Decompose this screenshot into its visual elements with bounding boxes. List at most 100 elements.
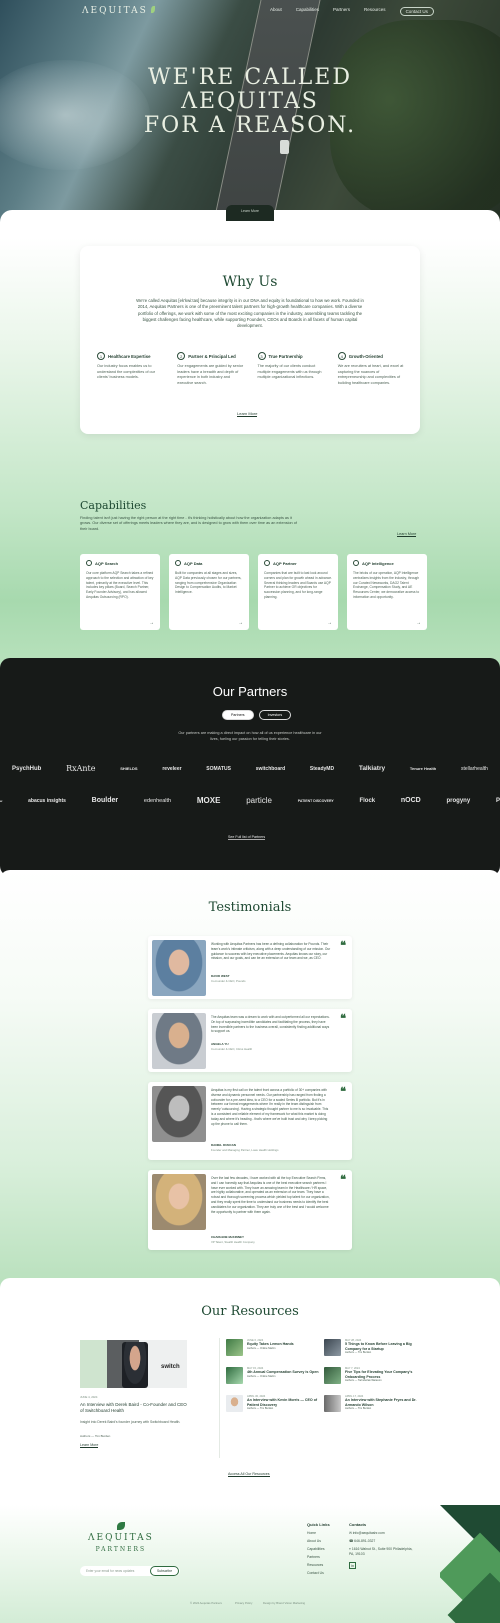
pillar: 1 Healthcare Expertise Our industry focus… bbox=[97, 352, 166, 386]
tab-partners[interactable]: Partners bbox=[222, 710, 254, 720]
featured-title[interactable]: An Interview with Derek Baird - Co-Found… bbox=[80, 1402, 187, 1414]
resource-item[interactable]: MAY 28, 2024 5 Things to Know Before Leav… bbox=[324, 1339, 420, 1356]
partner-logo: abacus insights bbox=[28, 797, 66, 804]
partner-logo: PsychHub bbox=[12, 765, 42, 772]
capability-card[interactable]: AQP Partner Companies that are built to … bbox=[258, 554, 338, 630]
partner-logo: SteadyMD bbox=[309, 765, 335, 772]
pillar: 3 True Partnership The majority of our cl… bbox=[257, 352, 327, 386]
all-resources-button[interactable]: Access All Our Resources bbox=[228, 1472, 270, 1477]
testimonial-text: Over the last few decades, I have worked… bbox=[211, 1176, 330, 1214]
resource-thumbnail bbox=[324, 1395, 341, 1412]
hero-learn-more-label: Learn More bbox=[241, 209, 259, 213]
resource-item[interactable]: APRIL 17, 2024 An Interview with Stephani… bbox=[324, 1395, 420, 1412]
pillar-desc: The majority of our clients conduct mult… bbox=[257, 364, 322, 379]
footer-link-home[interactable]: Home bbox=[307, 1529, 330, 1537]
footer-decoration bbox=[440, 1505, 500, 1623]
resource-item[interactable]: MAY 15, 2024 4th Annual Compensation Surv… bbox=[226, 1367, 322, 1384]
testimonial-card: ❝ Working with Aequitas Partners has bee… bbox=[148, 936, 352, 999]
footer-link-contact[interactable]: Contact Us bbox=[307, 1569, 330, 1577]
pillar-number: 1 bbox=[97, 352, 105, 360]
pillar-desc: Our industry focus enables us to underst… bbox=[97, 364, 156, 379]
featured-author: Authors — Tim Burden bbox=[80, 1434, 111, 1438]
address-link[interactable]: ⌖ 1616 Walnut St., Suite 900 Philadelphi… bbox=[349, 1547, 413, 1556]
email-link[interactable]: ✉ info@aequitashr.com bbox=[349, 1529, 413, 1537]
nav-capabilities[interactable]: Capabilities bbox=[296, 7, 319, 16]
quote-icon: ❝ bbox=[340, 1013, 346, 1025]
pillar-title: True Partnership bbox=[268, 353, 303, 359]
partner-logo: nOCD bbox=[400, 797, 421, 804]
phone-text: 646-891-0327 bbox=[354, 1539, 376, 1543]
footer-logo-line: PARTNERS bbox=[95, 1546, 147, 1553]
partners-list-button[interactable]: See Full list of Partners bbox=[228, 835, 266, 840]
partner-logo: RxAnte bbox=[66, 764, 96, 773]
featured-learn-more[interactable]: Learn More bbox=[80, 1443, 99, 1448]
pillar: 2 Partner & Principal Led Our engagements… bbox=[177, 352, 246, 386]
partner-logo: SOMATUS bbox=[206, 765, 231, 772]
arrow-right-icon[interactable]: → bbox=[149, 620, 154, 626]
resource-author: Authors — Online Martin bbox=[247, 1346, 276, 1350]
phone-link[interactable]: ☎ 646-891-0327 bbox=[349, 1537, 413, 1545]
nav-resources[interactable]: Resources bbox=[364, 7, 386, 16]
capability-card[interactable]: AQP Intelligence The bricks of our opera… bbox=[347, 554, 427, 630]
featured-desc: Insight into Derek Baird's founder journ… bbox=[80, 1420, 181, 1424]
footer-link-capabilities[interactable]: Capabilities bbox=[307, 1545, 330, 1553]
capabilities-title: Capabilities bbox=[80, 499, 147, 512]
pillar-desc: We are recruiters at heart, and excel at… bbox=[337, 364, 404, 385]
footer-link-partners[interactable]: Partners bbox=[307, 1553, 330, 1561]
footer-logo-line: ΛEQUITAS bbox=[88, 1533, 154, 1543]
capabilities-text: Finding talent isn't just having the rig… bbox=[80, 516, 297, 531]
contacts: Contacts ✉ info@aequitashr.com ☎ 646-891… bbox=[349, 1521, 413, 1569]
resource-title: An Interview with Stephanie Fryes and Dr… bbox=[345, 1398, 417, 1407]
linkedin-icon[interactable]: in bbox=[349, 1562, 356, 1569]
arrow-right-icon[interactable]: → bbox=[327, 620, 332, 626]
footer-logo[interactable]: ΛEQUITAS PARTNERS bbox=[88, 1522, 154, 1555]
divider bbox=[219, 1338, 220, 1458]
resource-item[interactable]: MAY 7, 2024 Five Tips for Elevating Your … bbox=[324, 1367, 420, 1384]
footer-link-resources[interactable]: Resources bbox=[307, 1561, 330, 1569]
nav-partners[interactable]: Partners bbox=[333, 7, 350, 16]
resource-author: Authors — Tim Burden bbox=[345, 1407, 372, 1411]
leaf-icon bbox=[150, 6, 155, 13]
partner-logo: SHIELDS bbox=[120, 766, 138, 771]
nav-about[interactable]: About bbox=[270, 7, 282, 16]
testimonial-role: Co-founder & CEO, Citrus Health bbox=[211, 1047, 253, 1051]
designer-credit[interactable]: Design by Brand Vision Marketing bbox=[263, 1601, 305, 1605]
pillar-title: Growth-Oriented bbox=[348, 353, 383, 359]
site-logo[interactable]: ΛEQUITAS bbox=[82, 6, 155, 16]
contact-button[interactable]: Contact Us bbox=[399, 7, 434, 16]
arrow-right-icon[interactable]: → bbox=[238, 620, 243, 626]
footer-link-about[interactable]: About Us bbox=[307, 1537, 330, 1545]
partner-logo: Flock bbox=[359, 797, 376, 804]
subscribe-button[interactable]: Subscribe bbox=[150, 1566, 180, 1576]
hero-learn-more-tab[interactable]: Learn More bbox=[226, 205, 274, 221]
featured-date: JUNE 4, 2024 bbox=[80, 1395, 98, 1399]
resource-title: 5 Things to Know Before Leaving a Big Co… bbox=[345, 1342, 412, 1351]
resource-thumbnail bbox=[226, 1367, 243, 1384]
copyright: © 2024 Aequitas Partners bbox=[190, 1601, 222, 1605]
partner-logo: stellarhealth bbox=[460, 765, 488, 772]
testimonial-name: DANIEL DUNCAN bbox=[211, 1143, 236, 1147]
resource-item[interactable]: JUNE 6, 2024 Equity Takes Lemon Hands Auth… bbox=[226, 1339, 322, 1356]
main-nav: About Capabilities Partners Resources Co… bbox=[270, 7, 434, 16]
partners-tabs: Partners Investors bbox=[222, 710, 292, 720]
avatar bbox=[152, 1174, 206, 1230]
avatar bbox=[152, 940, 206, 996]
featured-resource-image[interactable]: switch bbox=[80, 1340, 187, 1388]
partner-logo: P bbox=[495, 797, 500, 804]
quote-icon: ❝ bbox=[340, 940, 346, 952]
capability-desc: Built for companies at all stages and si… bbox=[175, 571, 242, 595]
tab-investors[interactable]: Investors bbox=[258, 710, 292, 720]
testimonial-role: VP Talent, Stealth Health Company bbox=[211, 1240, 255, 1244]
capabilities-learn-more-button[interactable]: Learn More bbox=[397, 532, 417, 537]
resource-thumbnail bbox=[324, 1367, 341, 1384]
footer bbox=[0, 1505, 500, 1623]
capability-card[interactable]: AQP Data Built for companies at all stag… bbox=[169, 554, 249, 630]
pillar-title: Partner & Principal Led bbox=[188, 353, 236, 359]
arrow-right-icon[interactable]: → bbox=[416, 620, 421, 626]
capability-card[interactable]: AQP Search Our core platform AQP Search … bbox=[80, 554, 160, 630]
why-learn-more-button[interactable]: Learn More bbox=[237, 411, 258, 417]
capability-cards: AQP Search Our core platform AQP Search … bbox=[80, 554, 427, 630]
resource-item[interactable]: APRIL 30, 2024 An Interview with Kevin Mo… bbox=[226, 1395, 322, 1412]
privacy-link[interactable]: Privacy Policy bbox=[235, 1601, 252, 1605]
quick-links: Quick Links Home About Us Capabilities P… bbox=[307, 1521, 330, 1577]
